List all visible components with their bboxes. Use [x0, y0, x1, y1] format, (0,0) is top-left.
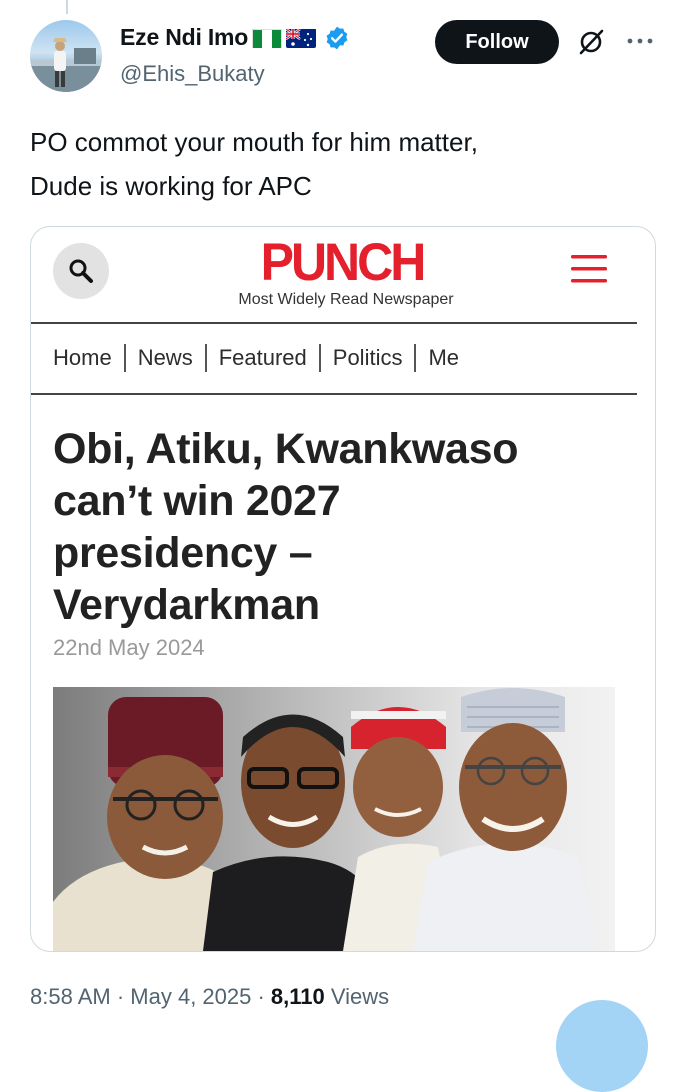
nav-item-featured: Featured [218, 345, 307, 370]
headline-line: Verydarkman [53, 581, 320, 629]
views-label: Views [324, 984, 390, 1009]
australia-flag-icon [286, 27, 317, 48]
hamburger-menu-icon [571, 255, 607, 283]
tweet-text: PO commot your mouth for him matter, Dud… [30, 120, 650, 208]
nav-separator [318, 344, 321, 372]
author-display-name[interactable]: Eze Ndi Imo [120, 24, 248, 51]
headline-line: can’t win 2027 [53, 477, 341, 525]
meta-separator: · [110, 984, 131, 1009]
article-photo [53, 687, 615, 951]
author-handle[interactable]: @Ehis_Bukaty [120, 61, 265, 87]
nav-divider [31, 393, 637, 395]
nav-item-politics: Politics [332, 345, 403, 370]
meta-separator: · [251, 984, 271, 1009]
views-count: 8,110 [270, 984, 325, 1009]
avatar-photo [30, 38, 102, 92]
grok-icon[interactable] [576, 27, 606, 57]
headline-line: presidency – [53, 529, 313, 577]
thread-line [66, 0, 68, 14]
compose-fab[interactable] [556, 1000, 648, 1092]
nigeria-flag-icon [252, 28, 283, 48]
politicians-photo [53, 688, 598, 951]
nav-separator [414, 344, 417, 372]
tweet-time[interactable]: 8:58 AM [30, 984, 111, 1009]
tweet-meta: 8:58 AM · May 4, 2025 · 8,110 Views [30, 984, 389, 1010]
tweet-text-line: Dude is working for APC [30, 171, 312, 201]
avatar[interactable] [30, 20, 102, 92]
nav-item-news: News [137, 345, 193, 370]
search-icon [69, 259, 93, 283]
article-headline: Obi, Atiku, Kwankwaso can’t win 2027 pre… [53, 423, 613, 631]
article-date: 22nd May 2024 [53, 635, 205, 660]
tweet-text-line: PO commot your mouth for him matter, [30, 127, 478, 157]
search-button [53, 243, 109, 299]
more-icon[interactable] [624, 30, 656, 52]
follow-button[interactable]: Follow [435, 20, 559, 64]
tweet-date[interactable]: May 4, 2025 [130, 984, 251, 1009]
article-nav: Home News Featured Politics Me [53, 342, 459, 374]
nav-item-more: Me [428, 345, 460, 370]
embedded-article-image[interactable]: PUNCH Most Widely Read Newspaper Home Ne… [30, 226, 656, 952]
punch-logo: PUNCH [260, 232, 427, 292]
author-name-row[interactable]: Eze Ndi Imo [120, 24, 350, 51]
headline-line: Obi, Atiku, Kwankwaso [53, 425, 519, 473]
nav-separator [123, 344, 126, 372]
nav-item-home: Home [53, 345, 112, 370]
verified-badge-icon[interactable] [324, 25, 350, 51]
newspaper-tagline: Most Widely Read Newspaper [238, 291, 454, 308]
nav-separator [204, 344, 207, 372]
header-divider [31, 322, 637, 324]
